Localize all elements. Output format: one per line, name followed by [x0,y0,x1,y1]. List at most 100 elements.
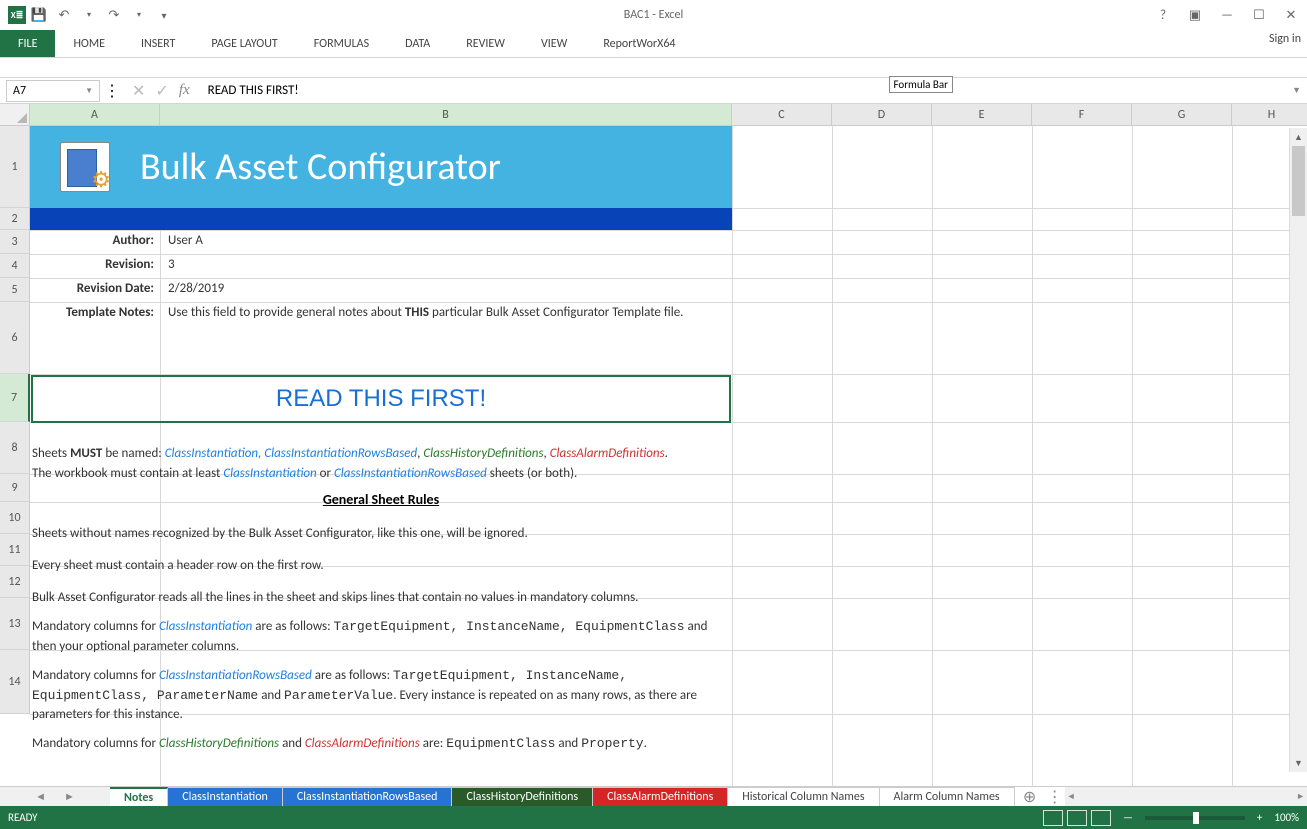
column-header-B[interactable]: B [160,104,732,126]
formula-input[interactable]: READ THIS FIRST! [198,83,1286,98]
sheet-tab-historical-column-names[interactable]: Historical Column Names [728,787,879,806]
bac-logo-icon [60,142,110,192]
banner-separator [30,208,732,230]
rule-header-row: Every sheet must contain a header row on… [32,556,324,576]
row-header-13[interactable]: 13 [0,598,30,650]
scroll-down-icon[interactable]: ▼ [1290,754,1307,772]
row-header-7[interactable]: 7 [0,374,30,422]
name-box[interactable]: A7 ▼ [6,80,100,102]
maximize-icon[interactable]: ☐ [1243,0,1275,30]
tab-reportworx[interactable]: ReportWorX64 [585,30,693,57]
ribbon-collapsed [0,58,1307,78]
tab-insert[interactable]: INSERT [123,30,193,57]
zoom-out-icon[interactable]: — [1123,811,1133,824]
row-header-4[interactable]: 4 [0,254,30,278]
row-header-6[interactable]: 6 [0,302,30,374]
row-header-1[interactable]: 1 [0,126,30,208]
tab-view[interactable]: VIEW [523,30,585,57]
sheet-tab-notes[interactable]: Notes [110,787,168,806]
column-header-E[interactable]: E [932,104,1032,126]
tab-home[interactable]: HOME [55,30,123,57]
column-header-F[interactable]: F [1032,104,1132,126]
row-header-5[interactable]: 5 [0,278,30,302]
view-page-break-icon[interactable] [1091,810,1111,826]
redo-dropdown-icon[interactable]: ▾ [127,3,151,27]
column-header-D[interactable]: D [832,104,932,126]
rule-mandatory-cirb: Mandatory columns for ClassInstantiation… [32,666,730,725]
sheet-tab-classinstantiation[interactable]: ClassInstantiation [168,787,283,806]
zoom-in-icon[interactable]: + [1257,811,1262,824]
close-icon[interactable]: ✕ [1275,0,1307,30]
window-title: BAC1 - Excel [624,8,683,22]
file-tab[interactable]: FILE [0,30,55,57]
formula-expand-icon[interactable]: ▼ [1286,85,1307,96]
sheet-tab-alarm-column-names[interactable]: Alarm Column Names [880,787,1015,806]
status-bar: READY — + 100% [0,806,1307,829]
template-notes-value: Use this field to provide general notes … [160,305,728,320]
rule-skip-empty: Bulk Asset Configurator reads all the li… [32,588,638,608]
row-header-8[interactable]: 8 [0,422,30,474]
rule-ignored-sheets: Sheets without names recognized by the B… [32,524,528,544]
revision-label: Revision: [30,257,160,272]
sign-in-link[interactable]: Sign in [1269,32,1301,46]
excel-icon[interactable]: X≣ [8,6,26,24]
minimize-icon[interactable]: — [1211,0,1243,30]
banner-cell: Bulk Asset Configurator [30,126,732,208]
author-value: User A [160,233,728,248]
view-page-layout-icon[interactable] [1067,810,1087,826]
column-header-H[interactable]: H [1232,104,1307,126]
cell-grid[interactable]: Bulk Asset Configurator Author: User A R… [30,126,1289,786]
undo-icon[interactable]: ↶ [52,3,76,27]
tab-page-layout[interactable]: PAGE LAYOUT [193,30,295,57]
row-header-9[interactable]: 9 [0,474,30,502]
zoom-level[interactable]: 100% [1274,811,1299,824]
template-notes-label: Template Notes: [30,305,160,320]
tab-review[interactable]: REVIEW [448,30,523,57]
ribbon-options-icon[interactable]: ▣ [1179,0,1211,30]
read-this-first-cell: READ THIS FIRST! [31,375,731,423]
formula-bar-tooltip: Formula Bar [889,76,953,93]
select-all-corner[interactable] [0,104,30,126]
tab-data[interactable]: DATA [387,30,448,57]
redo-icon[interactable]: ↷ [102,3,126,27]
sheet-tab-classalarmdefinitions[interactable]: ClassAlarmDefinitions [593,787,728,806]
view-normal-icon[interactable] [1043,810,1063,826]
save-icon[interactable]: 💾 [27,3,51,27]
row-header-3[interactable]: 3 [0,230,30,254]
row-header-11[interactable]: 11 [0,534,30,566]
ribbon-tabs: FILE HOME INSERT PAGE LAYOUT FORMULAS DA… [0,30,1307,58]
horizontal-scrollbar[interactable]: ◄ ► [1065,787,1307,806]
revision-date-value: 2/28/2019 [160,281,728,296]
name-box-dropdown-icon[interactable]: ▼ [85,86,93,96]
help-icon[interactable]: ? [1147,0,1179,30]
zoom-slider[interactable] [1145,816,1245,820]
row-header-2[interactable]: 2 [0,208,30,230]
qat-customize-icon[interactable]: ▾ [152,3,176,27]
scroll-thumb[interactable] [1292,146,1305,216]
revision-value: 3 [160,257,728,272]
fx-icon[interactable]: fx [179,82,190,99]
quick-access-toolbar: X≣ 💾 ↶ ▾ ↷ ▾ ▾ [0,3,176,27]
title-bar: X≣ 💾 ↶ ▾ ↷ ▾ ▾ BAC1 - Excel ? ▣ — ☐ ✕ [0,0,1307,30]
vertical-scrollbar[interactable]: ▲ ▼ [1289,128,1307,772]
accept-formula-icon: ✓ [155,81,168,101]
undo-dropdown-icon[interactable]: ▾ [77,3,101,27]
author-label: Author: [30,233,160,248]
tab-nav[interactable]: ◄► [0,787,110,806]
tab-scroll-menu-icon[interactable]: ⋮ [1045,787,1065,806]
sheet-tab-classinstantiationrowsbased[interactable]: ClassInstantiationRowsBased [283,787,453,806]
add-sheet-icon[interactable]: ⊕ [1015,787,1045,806]
row-header-14[interactable]: 14 [0,650,30,714]
row-header-12[interactable]: 12 [0,566,30,598]
general-rules-heading: General Sheet Rules [30,491,732,508]
tab-formulas[interactable]: FORMULAS [296,30,387,57]
hscroll-left-icon[interactable]: ◄ [1067,791,1076,802]
banner-title: Bulk Asset Configurator [140,144,501,190]
column-header-A[interactable]: A [30,104,160,126]
hscroll-right-icon[interactable]: ► [1296,791,1305,802]
row-header-10[interactable]: 10 [0,502,30,534]
column-header-G[interactable]: G [1132,104,1232,126]
scroll-up-icon[interactable]: ▲ [1290,128,1307,146]
column-header-C[interactable]: C [732,104,832,126]
sheet-tab-classhistorydefinitions[interactable]: ClassHistoryDefinitions [452,787,593,806]
